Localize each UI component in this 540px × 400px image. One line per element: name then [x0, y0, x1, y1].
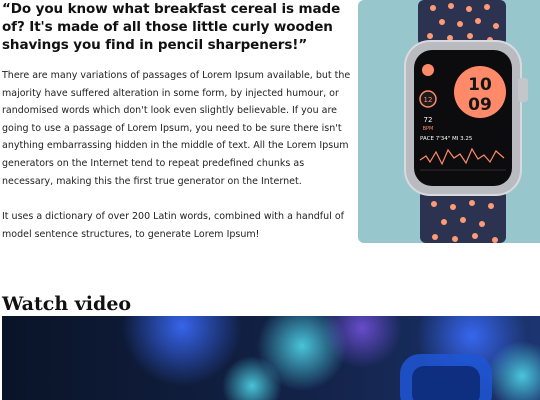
watch-crown	[518, 78, 528, 102]
watch-complication-value: 72	[424, 116, 433, 124]
watch-complication-label: BPM	[423, 126, 434, 132]
video-player[interactable]	[2, 316, 540, 400]
watch-time-hour: 10	[468, 75, 492, 95]
article-quote: “Do you know what breakfast cereal is ma…	[2, 1, 341, 53]
watch-complication-top: 12	[424, 96, 433, 104]
article-paragraph: There are many variations of passages of…	[2, 70, 351, 187]
video-section-heading: Watch video	[2, 293, 132, 315]
watch-time-minute: 09	[468, 95, 492, 115]
article-paragraph: It uses a dictionary of over 200 Latin w…	[2, 211, 344, 240]
watch-pace-readout: PACE 7'34" MI 3.25	[420, 136, 473, 142]
apple-watch-image: 12 72 BPM 10 09 PACE 7'34" MI 3.25	[358, 0, 540, 243]
article-section: “Do you know what breakfast cereal is ma…	[2, 0, 354, 243]
